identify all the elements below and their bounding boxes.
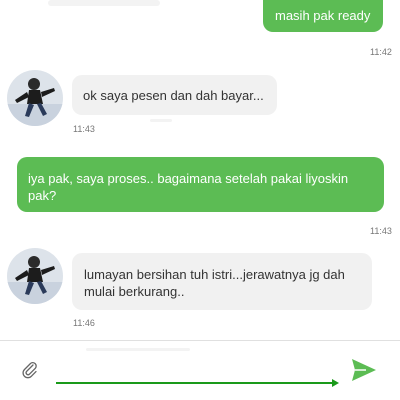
message-text: iya pak, saya proses.. bagaimana setelah… bbox=[28, 171, 349, 203]
input-underline-arrow bbox=[332, 379, 339, 387]
user-avatar bbox=[7, 70, 63, 126]
message-composer bbox=[0, 340, 400, 400]
user-avatar bbox=[7, 248, 63, 304]
input-underline bbox=[56, 382, 334, 384]
message-text: lumayan bersihan tuh istri...jerawatnya … bbox=[84, 267, 345, 299]
paperclip-icon[interactable] bbox=[20, 360, 40, 380]
contact-avatar[interactable] bbox=[7, 70, 63, 126]
contact-avatar[interactable] bbox=[7, 248, 63, 304]
chat-history[interactable]: masih pak ready 11:42 ok saya pesen dan … bbox=[0, 0, 400, 340]
outgoing-message-bubble[interactable]: iya pak, saya proses.. bagaimana setelah… bbox=[17, 157, 384, 212]
incoming-message-bubble[interactable]: ok saya pesen dan dah bayar... bbox=[72, 75, 277, 115]
message-text: ok saya pesen dan dah bayar... bbox=[83, 88, 264, 103]
message-input[interactable] bbox=[54, 351, 344, 391]
message-timestamp: 11:43 bbox=[370, 226, 392, 236]
incoming-message-bubble[interactable]: lumayan bersihan tuh istri...jerawatnya … bbox=[72, 253, 372, 310]
partial-message-fragment bbox=[150, 119, 172, 122]
partial-message-fragment bbox=[86, 348, 190, 351]
message-timestamp: 11:42 bbox=[370, 47, 392, 57]
message-timestamp: 11:43 bbox=[73, 124, 95, 134]
message-text: masih pak ready bbox=[275, 8, 371, 23]
send-icon[interactable] bbox=[350, 357, 378, 383]
message-timestamp: 11:46 bbox=[73, 318, 95, 328]
outgoing-message-bubble[interactable]: masih pak ready bbox=[263, 0, 383, 32]
partial-message-fragment bbox=[48, 0, 160, 6]
